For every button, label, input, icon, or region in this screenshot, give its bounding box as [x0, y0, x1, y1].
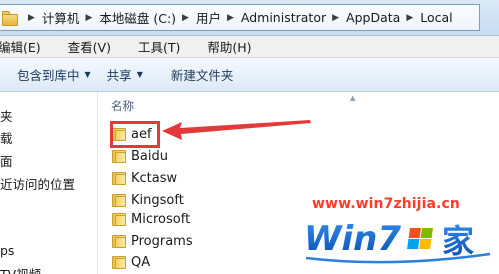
chevron-right-icon[interactable]: ▶ [22, 13, 42, 23]
folder-row-kctasw[interactable]: Kctasw [111, 168, 177, 188]
nav-item-desktop[interactable]: 面 [0, 151, 13, 170]
breadcrumb-local[interactable]: ▶ Local [400, 5, 452, 30]
new-folder-button[interactable]: 新建文件夹 [171, 65, 234, 84]
nav-item-apps[interactable]: ps [0, 243, 14, 258]
nav-item-recent-places[interactable]: 近访问的位置 [0, 174, 75, 193]
chevron-right-icon[interactable]: ▶ [400, 13, 420, 23]
command-bar: 包含到库中 ▼ 共享 ▼ 新建文件夹 [0, 58, 499, 92]
chevron-right-icon[interactable]: ▶ [176, 13, 196, 23]
sort-ascending-icon: ▲ [350, 94, 356, 102]
breadcrumb-users[interactable]: ▶ 用户 [176, 5, 221, 30]
breadcrumb-administrator[interactable]: ▶ Administrator [221, 5, 326, 30]
menu-tools[interactable]: 工具(T) [138, 37, 180, 56]
breadcrumb-computer[interactable]: ▶ 计算机 [22, 5, 79, 30]
folder-icon [111, 192, 127, 208]
folder-icon [111, 170, 127, 186]
menu-view[interactable]: 查看(V) [68, 37, 111, 56]
nav-item-tv-video[interactable]: TV视频 [0, 264, 41, 274]
dropdown-arrow-icon: ▼ [136, 70, 143, 79]
watermark: www.win7zhijia.cn Win7 家 [300, 190, 499, 274]
menu-edit[interactable]: 编辑(E) [0, 37, 41, 56]
address-bar: ▶ 计算机 ▶ 本地磁盘 (C:) ▶ 用户 ▶ Administrator ▶… [0, 0, 499, 36]
annotation-arrow-icon [162, 120, 311, 140]
win7-logo-icon: Win7 家 [303, 218, 491, 264]
address-breadcrumb-box[interactable]: ▶ 计算机 ▶ 本地磁盘 (C:) ▶ 用户 ▶ Administrator ▶… [0, 4, 480, 31]
folder-icon [2, 9, 22, 27]
chevron-right-icon[interactable]: ▶ [326, 13, 346, 23]
breadcrumb-local-disk[interactable]: ▶ 本地磁盘 (C:) [79, 5, 176, 30]
folder-icon [111, 254, 127, 270]
nav-item-downloads[interactable]: 载 [0, 128, 13, 147]
column-header-name[interactable]: 名称 [111, 98, 134, 114]
menu-help[interactable]: 帮助(H) [207, 37, 251, 56]
navigation-pane: 夹 载 面 近访问的位置 ps TV视频 [0, 92, 98, 274]
annotation-highlight-box [110, 121, 160, 148]
dropdown-arrow-icon: ▼ [84, 70, 91, 79]
folder-row-qa[interactable]: QA [111, 252, 150, 272]
include-in-library-button[interactable]: 包含到库中 ▼ [17, 65, 91, 84]
chevron-right-icon[interactable]: ▶ [79, 13, 99, 23]
svg-text:Win7: Win7 [304, 219, 401, 259]
folder-icon [111, 211, 127, 227]
menu-bar: 编辑(E) 查看(V) 工具(T) 帮助(H) [0, 36, 499, 58]
folder-row-kingsoft[interactable]: Kingsoft [111, 190, 184, 210]
svg-text:家: 家 [442, 222, 474, 260]
share-button[interactable]: 共享 ▼ [107, 65, 143, 84]
folder-row-microsoft[interactable]: Microsoft [111, 209, 190, 229]
folder-row-baidu[interactable]: Baidu [111, 146, 168, 166]
folder-icon [111, 148, 127, 164]
breadcrumb-appdata[interactable]: ▶ AppData [326, 5, 400, 30]
folder-icon [111, 233, 127, 249]
chevron-right-icon[interactable]: ▶ [221, 13, 241, 23]
nav-item-favorites[interactable]: 夹 [0, 106, 13, 125]
folder-row-programs[interactable]: Programs [111, 231, 193, 251]
